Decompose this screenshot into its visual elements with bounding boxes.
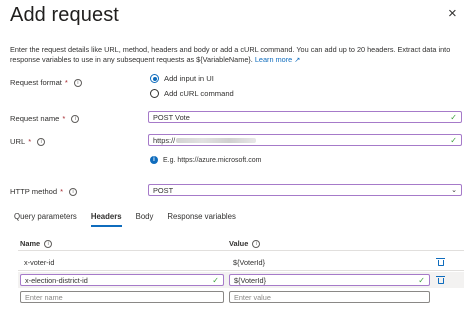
delete-icon[interactable]	[436, 276, 445, 284]
valid-check-icon: ✓	[450, 135, 457, 145]
tab-headers[interactable]: Headers	[90, 212, 122, 227]
info-icon: i	[44, 239, 53, 248]
tab-query-parameters[interactable]: Query parameters	[14, 212, 77, 227]
radio-label: Add cURL command	[164, 89, 234, 98]
dialog-description: Enter the request details like URL, meth…	[10, 45, 462, 65]
request-name-label: Request name * i	[10, 114, 80, 123]
request-format-label: Request format * i	[10, 78, 82, 87]
header-name-cell[interactable]: x-voter-id	[20, 256, 220, 268]
close-icon[interactable]: ×	[448, 6, 457, 22]
header-value-cell[interactable]: ${VoterId}	[229, 256, 429, 268]
info-icon: i	[252, 239, 261, 248]
header-value-input[interactable]: ${VoterId} ✓	[229, 274, 430, 286]
request-name-input[interactable]: POST Vote ✓	[148, 111, 462, 123]
info-icon: i	[73, 78, 82, 87]
info-icon: i	[71, 114, 80, 123]
request-name-value: POST Vote	[153, 112, 190, 122]
http-method-dropdown[interactable]: POST ⌄	[148, 184, 462, 196]
tab-response-variables[interactable]: Response variables	[167, 212, 235, 227]
new-header-name-input[interactable]: Enter name	[20, 291, 224, 303]
chevron-down-icon: ⌄	[451, 187, 457, 194]
delete-icon[interactable]	[436, 258, 445, 266]
valid-check-icon: ✓	[212, 275, 219, 285]
http-method-label: HTTP method * i	[10, 187, 78, 196]
dialog-title: Add request	[10, 4, 119, 26]
valid-check-icon: ✓	[450, 112, 457, 122]
http-method-value: POST	[153, 185, 174, 195]
table-divider	[18, 270, 464, 271]
table-divider	[18, 250, 464, 251]
radio-add-curl[interactable]: Add cURL command	[150, 89, 234, 98]
radio-label: Add input in UI	[164, 74, 214, 83]
url-label: URL * i	[10, 137, 46, 146]
url-hint: i E.g. https://azure.microsoft.com	[150, 156, 261, 164]
info-filled-icon: i	[150, 156, 158, 164]
tab-body[interactable]: Body	[136, 212, 154, 227]
column-header-name: Name i	[20, 239, 53, 248]
url-input[interactable]: https:// ✓	[148, 134, 462, 146]
valid-check-icon: ✓	[418, 275, 425, 285]
learn-more-link[interactable]: Learn more ↗	[255, 55, 300, 64]
info-icon: i	[37, 137, 46, 146]
external-link-icon: ↗	[294, 55, 301, 64]
description-text: Enter the request details like URL, meth…	[10, 45, 451, 64]
header-name-input[interactable]: x-election-district-id ✓	[20, 274, 224, 286]
radio-add-input-ui[interactable]: Add input in UI	[150, 74, 214, 83]
url-hint-text: E.g. https://azure.microsoft.com	[163, 156, 262, 164]
radio-unselected-icon[interactable]	[150, 89, 159, 98]
request-tabs: Query parameters Headers Body Response v…	[14, 212, 236, 227]
new-header-value-input[interactable]: Enter value	[229, 291, 430, 303]
radio-selected-icon[interactable]	[150, 74, 159, 83]
info-icon: i	[69, 187, 78, 196]
column-header-value: Value i	[229, 239, 261, 248]
redacted-url	[176, 138, 257, 144]
url-value: https://	[153, 136, 257, 145]
